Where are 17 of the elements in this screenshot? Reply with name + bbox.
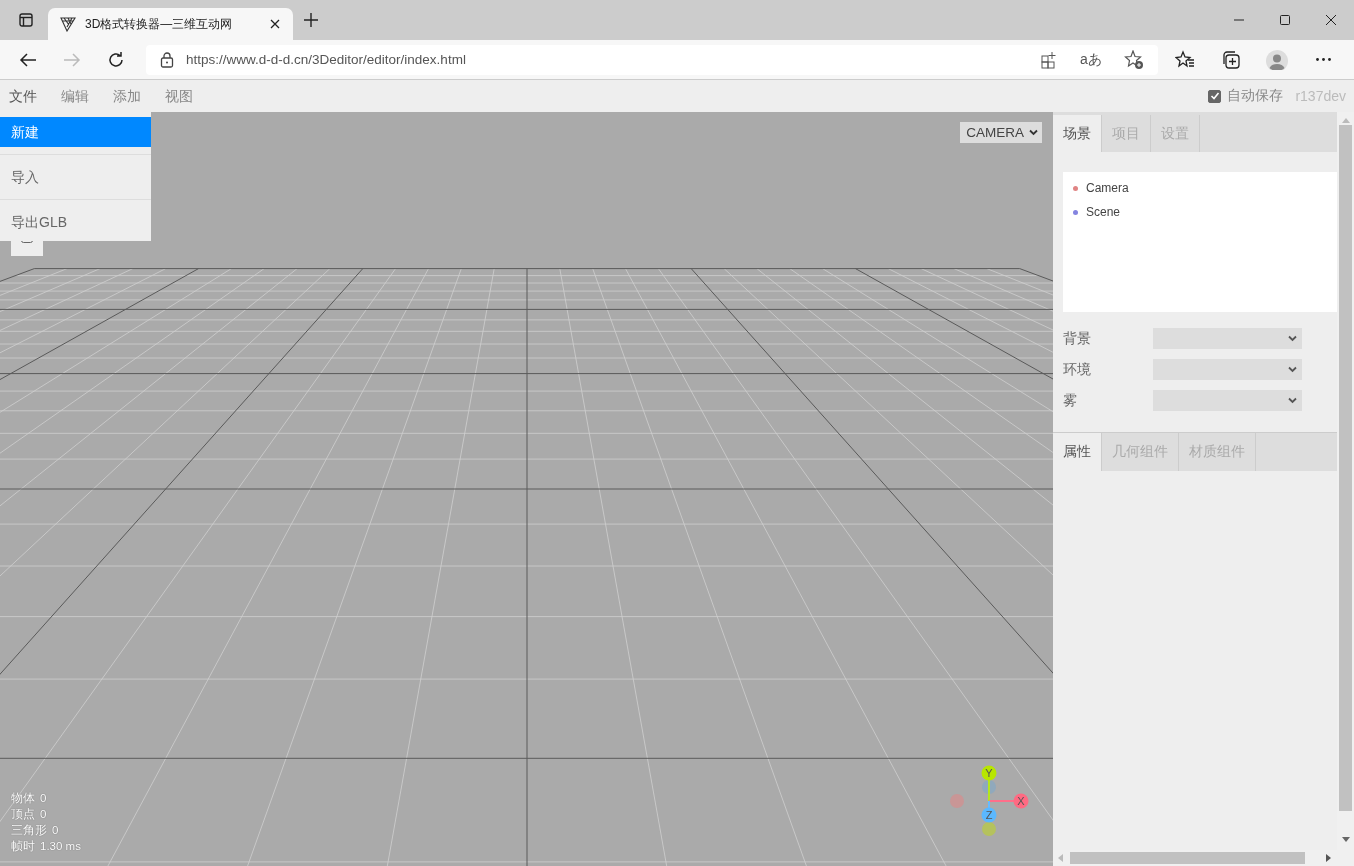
url-text: https://www.d-d-d.cn/3Deditor/editor/index.html — [186, 52, 467, 67]
field-label: 环境 — [1063, 360, 1092, 379]
stat-label: 帧时 — [11, 839, 35, 854]
stat-label: 三角形 — [11, 823, 47, 838]
stat-value: 0 — [40, 791, 47, 806]
axis-label: Y — [985, 767, 993, 779]
stat-value: 0 — [40, 807, 47, 822]
autosave-label: 自动保存 — [1227, 87, 1284, 105]
stat-value: 1.30 ms — [40, 839, 81, 854]
axis-label: X — [1017, 795, 1025, 807]
axis-label: Z — [985, 809, 993, 821]
stat-label: 顶点 — [11, 807, 35, 822]
stat-value: 0 — [52, 823, 59, 838]
tab-title: 3D格式转换器—三维互动网 — [85, 15, 234, 33]
field-label: 背景 — [1063, 329, 1092, 348]
field-label: 雾 — [1063, 391, 1078, 410]
stat-label: 物体 — [11, 791, 35, 806]
